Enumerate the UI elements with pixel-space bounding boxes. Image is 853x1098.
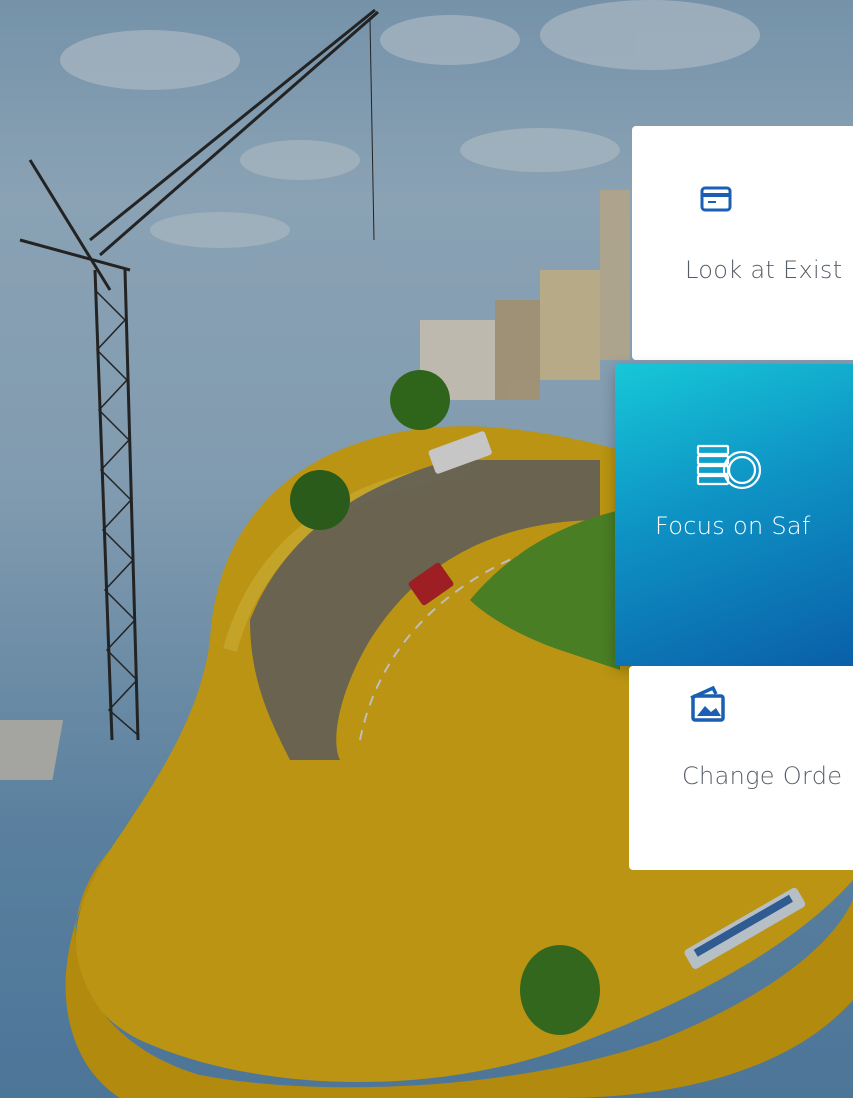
feature-card-label: Change Orde [682,762,843,790]
feature-card-change-orders[interactable]: Change Orde [629,666,853,870]
feature-card-safety[interactable]: Focus on Saf [615,364,853,666]
coins-stack-icon [696,444,766,499]
feature-card-existing[interactable]: Look at Exist [632,126,853,360]
feature-card-label: Look at Exist [685,256,843,284]
feature-card-label: Focus on Saf [655,512,811,540]
credit-card-icon [700,184,732,219]
images-icon [689,684,727,729]
